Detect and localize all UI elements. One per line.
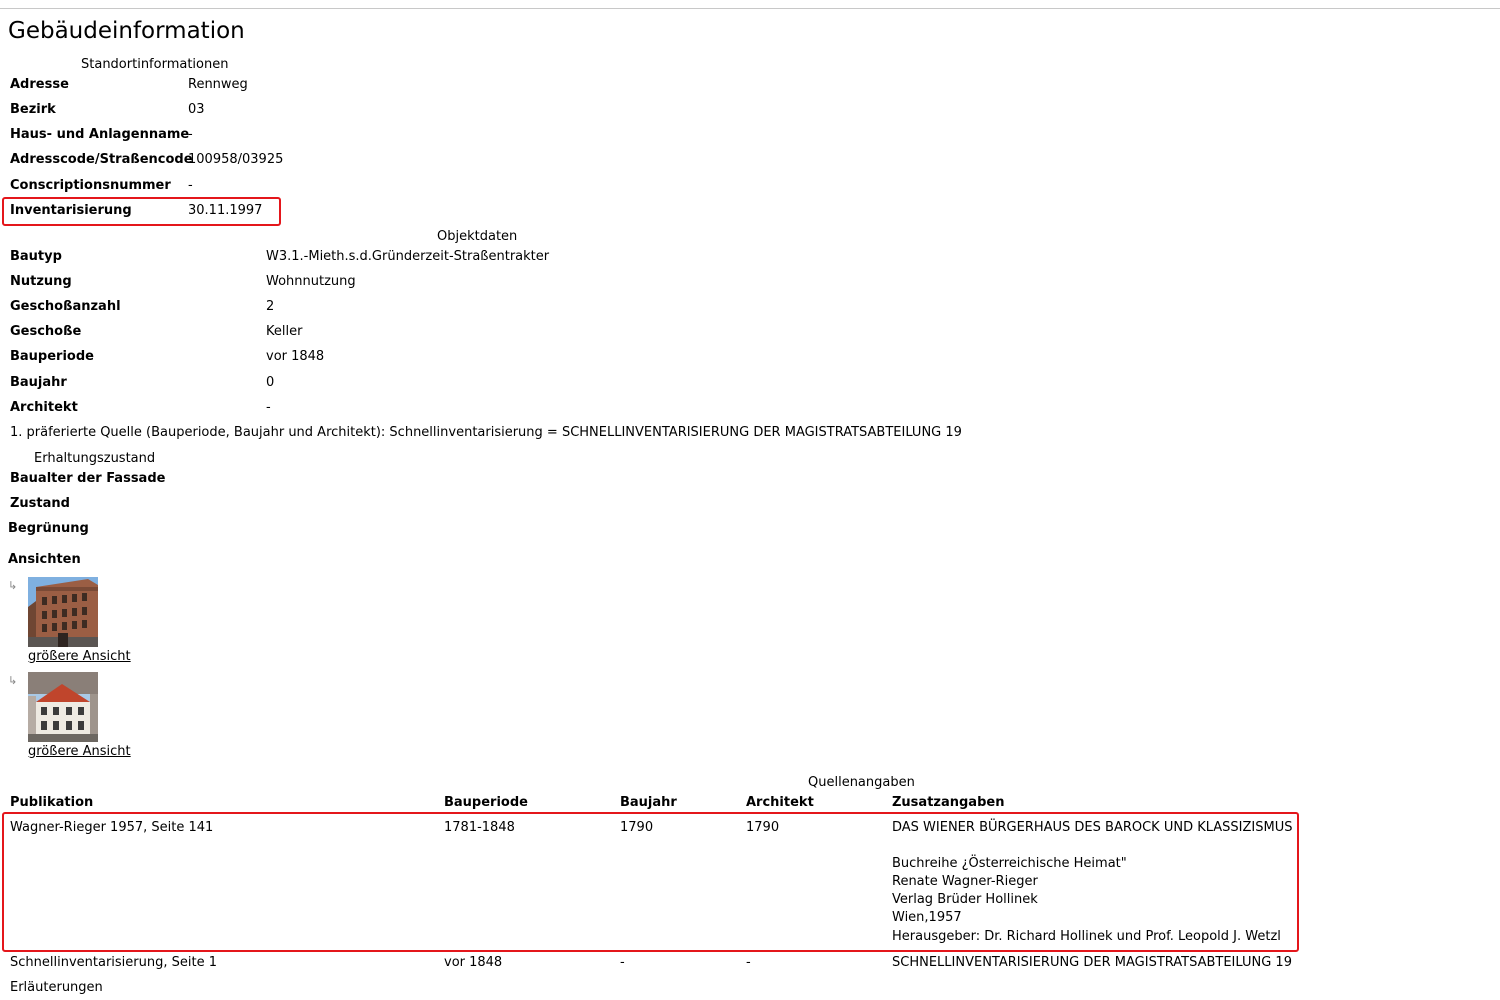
erhaltung-label-begruenung: Begrünung (8, 521, 89, 536)
larger-view-link-2[interactable]: größere Ansicht (28, 743, 131, 761)
objekt-value: 2 (266, 299, 275, 314)
ansichten-heading: Ansichten (8, 552, 81, 567)
col-header-bauperiode: Bauperiode (444, 795, 528, 810)
building-photo-thumbnail-1[interactable] (28, 577, 98, 647)
objekt-value: 0 (266, 375, 275, 390)
larger-view-link-1[interactable]: größere Ansicht (28, 648, 131, 666)
col-header-publikation: Publikation (10, 795, 94, 810)
erhaltung-value: - (158, 471, 163, 486)
standort-value: 03 (188, 102, 205, 117)
standort-label: Adresscode/Straßencode (10, 152, 193, 167)
erhaltung-caption: Erhaltungszustand (34, 451, 156, 466)
standort-label: Adresse (10, 77, 69, 92)
cell-publikation: Schnellinventarisierung, Seite 1 (10, 955, 217, 970)
col-header-zusatzangaben: Zusatzangaben (892, 795, 1005, 810)
objekt-label: Nutzung (10, 274, 72, 289)
objekt-label: Architekt (10, 400, 78, 415)
col-header-baujahr: Baujahr (620, 795, 677, 810)
objekt-value: W3.1.-Mieth.s.d.Gründerzeit-Straßentrakt… (266, 249, 550, 264)
indent-arrow-icon: ↳ (8, 674, 18, 687)
objekt-caption: Objektdaten (437, 229, 518, 244)
standort-label: Bezirk (10, 102, 56, 117)
erhaltung-label: Baualter der Fassade (10, 471, 166, 486)
cell-bauperiode: vor 1848 (444, 955, 503, 970)
standort-value: Rennweg (188, 77, 248, 92)
objekt-label: Bauperiode (10, 349, 94, 364)
indent-arrow-icon: ↳ (8, 579, 18, 592)
erlaeuterungen-label: Erläuterungen (10, 980, 103, 995)
standort-caption: Standortinformationen (81, 57, 229, 72)
objekt-label: Baujahr (10, 375, 67, 390)
cell-architekt: - (746, 955, 751, 970)
cell-baujahr: - (620, 955, 625, 970)
highlight-wagner-rieger-row (2, 812, 1299, 952)
standort-value: 100958/03925 (188, 152, 284, 167)
erhaltung-label: Zustand (10, 496, 70, 511)
objekt-label: Geschoßanzahl (10, 299, 121, 314)
highlight-inventarisierung (2, 197, 281, 226)
building-photo-thumbnail-2[interactable] (28, 672, 98, 742)
col-header-architekt: Architekt (746, 795, 814, 810)
objekt-value: vor 1848 (266, 349, 325, 364)
standort-value: - (188, 127, 193, 142)
objekt-label: Bautyp (10, 249, 62, 264)
objekt-value: - (266, 400, 271, 415)
objekt-value: Keller (266, 324, 303, 339)
objekt-value: Wohnnutzung (266, 274, 356, 289)
quellen-caption: Quellenangaben (808, 775, 915, 790)
top-divider (0, 8, 1500, 9)
source-preference-note: 1. präferierte Quelle (Bauperiode, Bauja… (10, 425, 962, 440)
standort-label: Conscriptionsnummer (10, 178, 171, 193)
standort-label: Haus- und Anlagenname (10, 127, 190, 142)
page-title: Gebäudeinformation (8, 18, 245, 44)
cell-zusatz-line: SCHNELLINVENTARISIERUNG DER MAGISTRATSAB… (892, 955, 1292, 970)
standort-value: - (188, 178, 193, 193)
objekt-label: Geschoße (10, 324, 82, 339)
